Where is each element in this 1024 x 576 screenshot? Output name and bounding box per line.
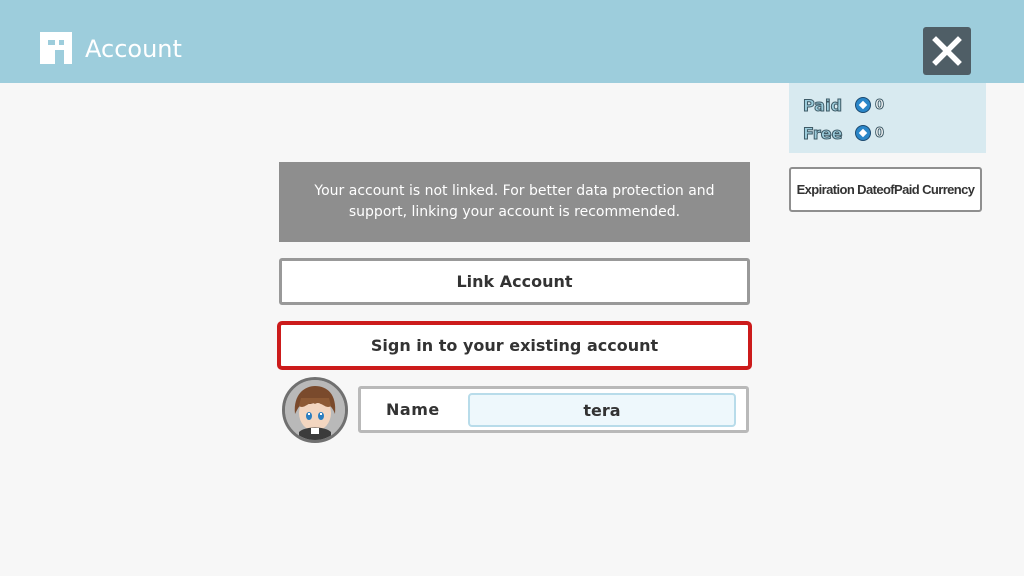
free-label: Free [803,123,844,143]
gem-icon [855,97,871,113]
notice-text: Your account is not linked. For better d… [314,183,715,220]
name-field[interactable]: tera [468,393,736,427]
header-bar: Account [0,0,1024,83]
paid-label: Paid [803,95,843,115]
page-title: Account [85,35,182,63]
link-account-button[interactable]: Link Account [279,258,750,305]
gem-icon [855,125,871,141]
currency-panel: Paid 0 Free 0 [789,83,986,153]
paid-value: 0 [874,97,885,113]
account-badge-icon [40,32,72,64]
name-row: Name tera [358,386,749,433]
avatar [282,377,348,443]
close-icon [932,36,962,66]
paid-currency-row: Paid 0 [803,94,885,116]
free-value: 0 [874,125,885,141]
sign-in-button[interactable]: Sign in to your existing account [277,321,752,370]
free-currency-row: Free 0 [803,122,885,144]
name-label: Name [386,400,440,419]
close-button[interactable] [923,27,971,75]
avatar-character-icon [285,380,345,440]
expiration-date-button[interactable]: Expiration DateofPaid Currency [789,167,982,212]
link-notice-banner: Your account is not linked. For better d… [279,162,750,242]
